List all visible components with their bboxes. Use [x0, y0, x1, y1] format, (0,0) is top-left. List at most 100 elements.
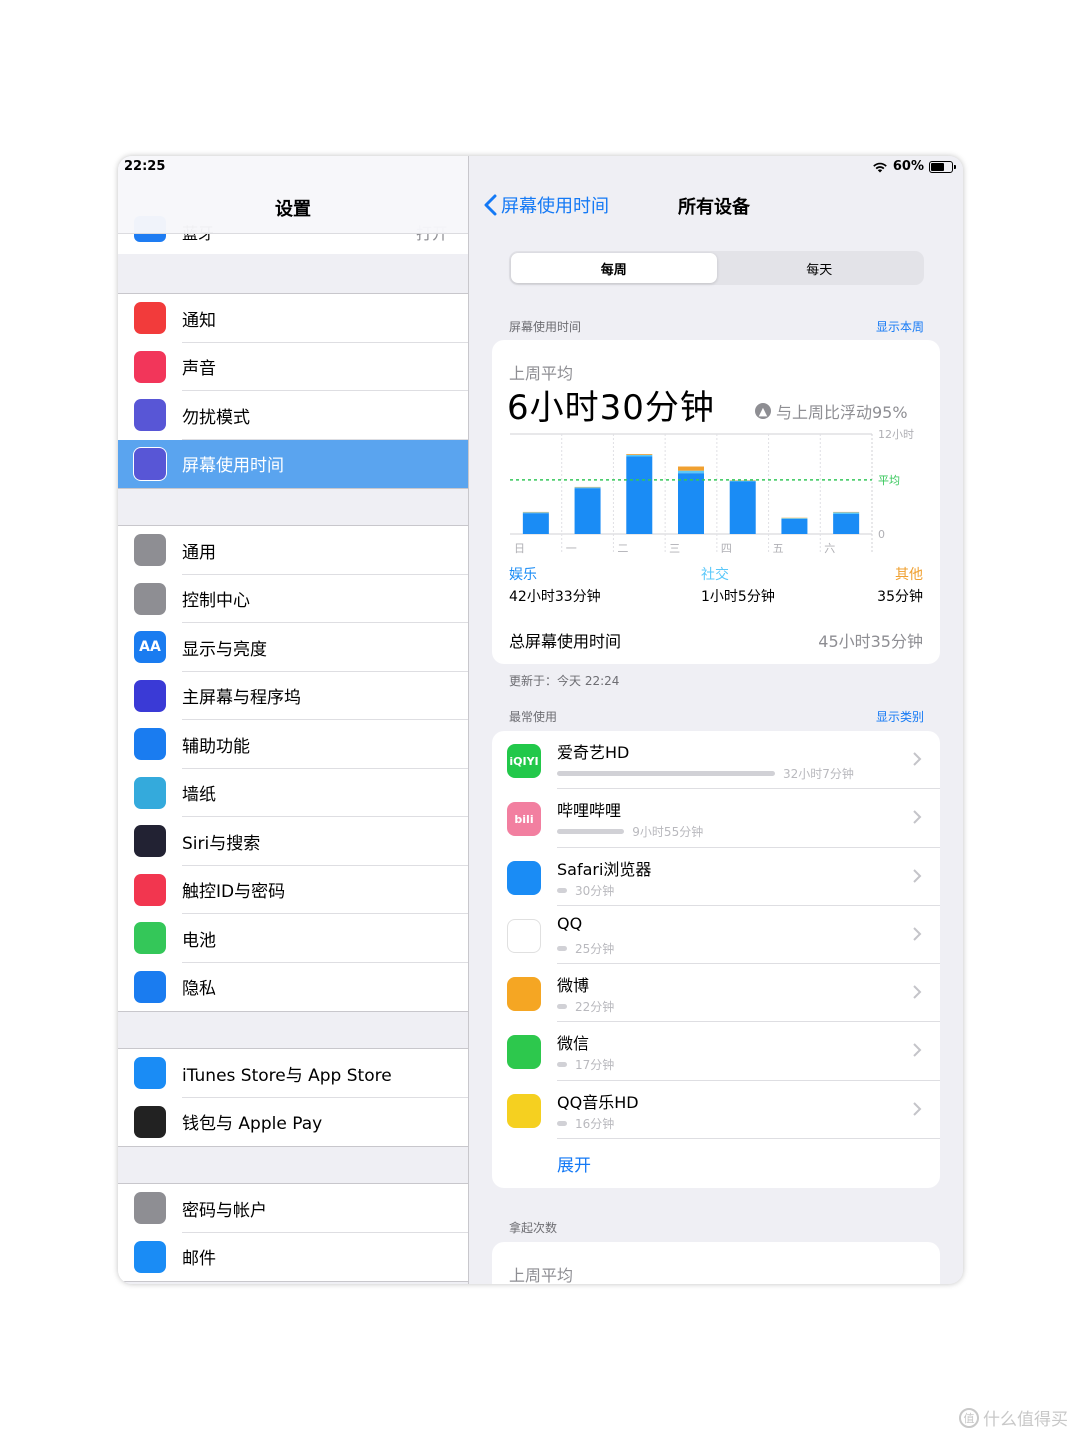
chart-bar-一 [574, 487, 601, 489]
sidebar-item-label: 主屏幕与程序坞 [182, 688, 301, 709]
sidebar-item[interactable]: 通用 [118, 526, 468, 575]
chart-bar-三 [678, 470, 704, 474]
sidebar-item[interactable]: 声音 [118, 343, 468, 391]
sidebar-item-label: 显示与亮度 [182, 639, 267, 660]
sidebar-item[interactable]: AA 显示与亮度 [118, 623, 468, 672]
chart-bar-二 [626, 454, 653, 457]
chart-bar-五 [781, 518, 808, 519]
fingerprint-icon [134, 873, 166, 906]
app-usage-time: 16分钟 [575, 1116, 615, 1131]
sidebar-item[interactable]: 控制中心 [118, 575, 468, 623]
sidebar-title: 设置 [275, 199, 311, 220]
sidebar-item[interactable]: 主屏幕与程序坞 [118, 672, 468, 720]
appstore-icon [134, 1057, 166, 1090]
app-usage-row[interactable]: iQIYI 爱奇艺HD 32小时7分钟 [492, 731, 940, 790]
show-this-week-link[interactable]: 显示本周 [876, 318, 924, 335]
category-value-other: 35分钟 [877, 589, 923, 605]
chevron-left-icon [484, 194, 497, 216]
chevron-right-icon [913, 985, 922, 999]
period-segmented-control[interactable]: 每周 每天 [509, 251, 924, 285]
show-categories-link[interactable]: 显示类别 [876, 708, 924, 725]
expand-button[interactable]: 展开 [557, 1151, 591, 1176]
arrow-up-icon: ▲ [755, 403, 771, 419]
wifi-icon [873, 162, 887, 172]
sidebar-item[interactable]: 电池 [118, 914, 468, 963]
app-usage-time: 9小时55分钟 [632, 825, 704, 840]
notifications-icon [134, 302, 166, 335]
total-value: 45小时35分钟 [818, 632, 923, 651]
sidebar-item[interactable]: iTunes Store与 App Store [118, 1049, 468, 1098]
key-icon [134, 1192, 166, 1225]
x-tick-label: 日 [514, 542, 525, 555]
app-name: 微信 [557, 1034, 590, 1054]
sidebar-item-label: 墙纸 [182, 785, 216, 806]
chart-bar-六 [833, 514, 860, 534]
sidebar-item[interactable]: 钱包与 Apple Pay [118, 1098, 468, 1147]
sidebar-item-label: 电池 [182, 930, 216, 951]
chart-bar-五 [781, 519, 808, 534]
weekly-usage-chart: 日 一 二 三 四 五 六 平均 12小时 0 [510, 428, 914, 555]
sidebar-group: 通知声音勿扰模式屏幕使用时间 [118, 293, 468, 489]
sidebar-item-label: 勿扰模式 [182, 407, 250, 428]
safari-icon [507, 860, 541, 895]
sidebar-item[interactable]: 邮件 [118, 1233, 468, 1282]
sidebar-item-label: 辅助功能 [182, 736, 250, 757]
chart-bar-三 [678, 473, 704, 534]
chart-bar-日 [522, 513, 549, 534]
sidebar-item[interactable]: 屏幕使用时间 [118, 439, 468, 488]
row-separator [557, 1138, 940, 1140]
app-usage-row[interactable]: Safari浏览器 30分钟 [492, 848, 940, 906]
app-usage-row[interactable]: 微博 22分钟 [492, 964, 940, 1023]
wechat-icon [507, 1035, 541, 1070]
app-usage-row[interactable]: 微信 17分钟 [492, 1022, 940, 1081]
category-label-entertainment: 娱乐 [509, 567, 537, 583]
sidebar-item-label: 通用 [182, 542, 216, 563]
app-usage-row[interactable]: QQ 25分钟 [492, 906, 940, 965]
app-name: QQ [557, 913, 583, 933]
chart-bar-三 [678, 466, 704, 471]
sidebar-item[interactable]: 辅助功能 [118, 720, 468, 769]
toggles-icon [134, 582, 166, 615]
sidebar-item[interactable]: 隐私 [118, 963, 468, 1012]
category-label-social: 社交 [701, 567, 729, 583]
sidebar-item-label: 触控ID与密码 [182, 882, 286, 903]
sidebar-item-label: 邮件 [182, 1249, 216, 1270]
sidebar-item[interactable]: 勿扰模式 [118, 391, 468, 440]
x-tick-label: 四 [721, 542, 732, 555]
y-min-label: 0 [878, 528, 885, 541]
chart-bar-一 [574, 488, 601, 534]
app-usage-time: 32小时7分钟 [783, 767, 854, 781]
watermark-text: 什么值得买 [983, 1410, 1068, 1430]
y-max-label: 12小时 [878, 428, 914, 441]
total-label: 总屏幕使用时间 [509, 632, 622, 651]
settings-sidebar: 蓝牙 打开 设置 通知声音勿扰模式屏幕使用时间通用控制中心AA显示与亮度主屏幕与… [118, 156, 469, 1284]
display-icon: AA [134, 631, 166, 664]
tab-daily[interactable]: 每天 [717, 253, 923, 283]
sidebar-item[interactable]: 通知 [118, 294, 468, 343]
chart-bar-四 [729, 481, 756, 534]
ipad-screen: 22:25 60% 蓝牙 打开 设置 通知声音勿扰模式屏幕使用时间通用控制中心A… [118, 156, 963, 1284]
app-usage-row[interactable]: QQ音乐HD 16分钟 [492, 1081, 940, 1140]
chevron-right-icon [913, 752, 922, 766]
status-time: 22:25 [124, 159, 166, 174]
category-value-social: 1小时5分钟 [701, 589, 775, 605]
pickups-card: 上周平均 [492, 1242, 940, 1284]
sidebar-item-label: 控制中心 [182, 591, 250, 612]
back-button[interactable]: 屏幕使用时间 [484, 192, 609, 218]
usage-bar [557, 945, 567, 951]
total-screen-time-row[interactable]: 总屏幕使用时间 45小时35分钟 [509, 628, 923, 652]
x-tick-label: 三 [669, 542, 680, 555]
battery-icon [134, 922, 166, 955]
sidebar-item[interactable]: 密码与帐户 [118, 1184, 468, 1233]
sidebar-item[interactable]: 触控ID与密码 [118, 866, 468, 914]
sidebar-item[interactable]: 墙纸 [118, 769, 468, 817]
app-usage-row[interactable]: bili 哔哩哔哩 9小时55分钟 [492, 789, 940, 848]
average-line-label: 平均 [878, 474, 900, 487]
category-value-entertainment: 42小时33分钟 [509, 589, 601, 605]
mail-icon [134, 1240, 166, 1273]
wallet-icon [134, 1105, 166, 1138]
sidebar-item[interactable]: Siri与搜索 [118, 817, 468, 866]
sidebar-item-label: 通知 [182, 310, 216, 331]
app-usage-time: 22分钟 [575, 1000, 615, 1015]
tab-weekly[interactable]: 每周 [511, 253, 717, 283]
